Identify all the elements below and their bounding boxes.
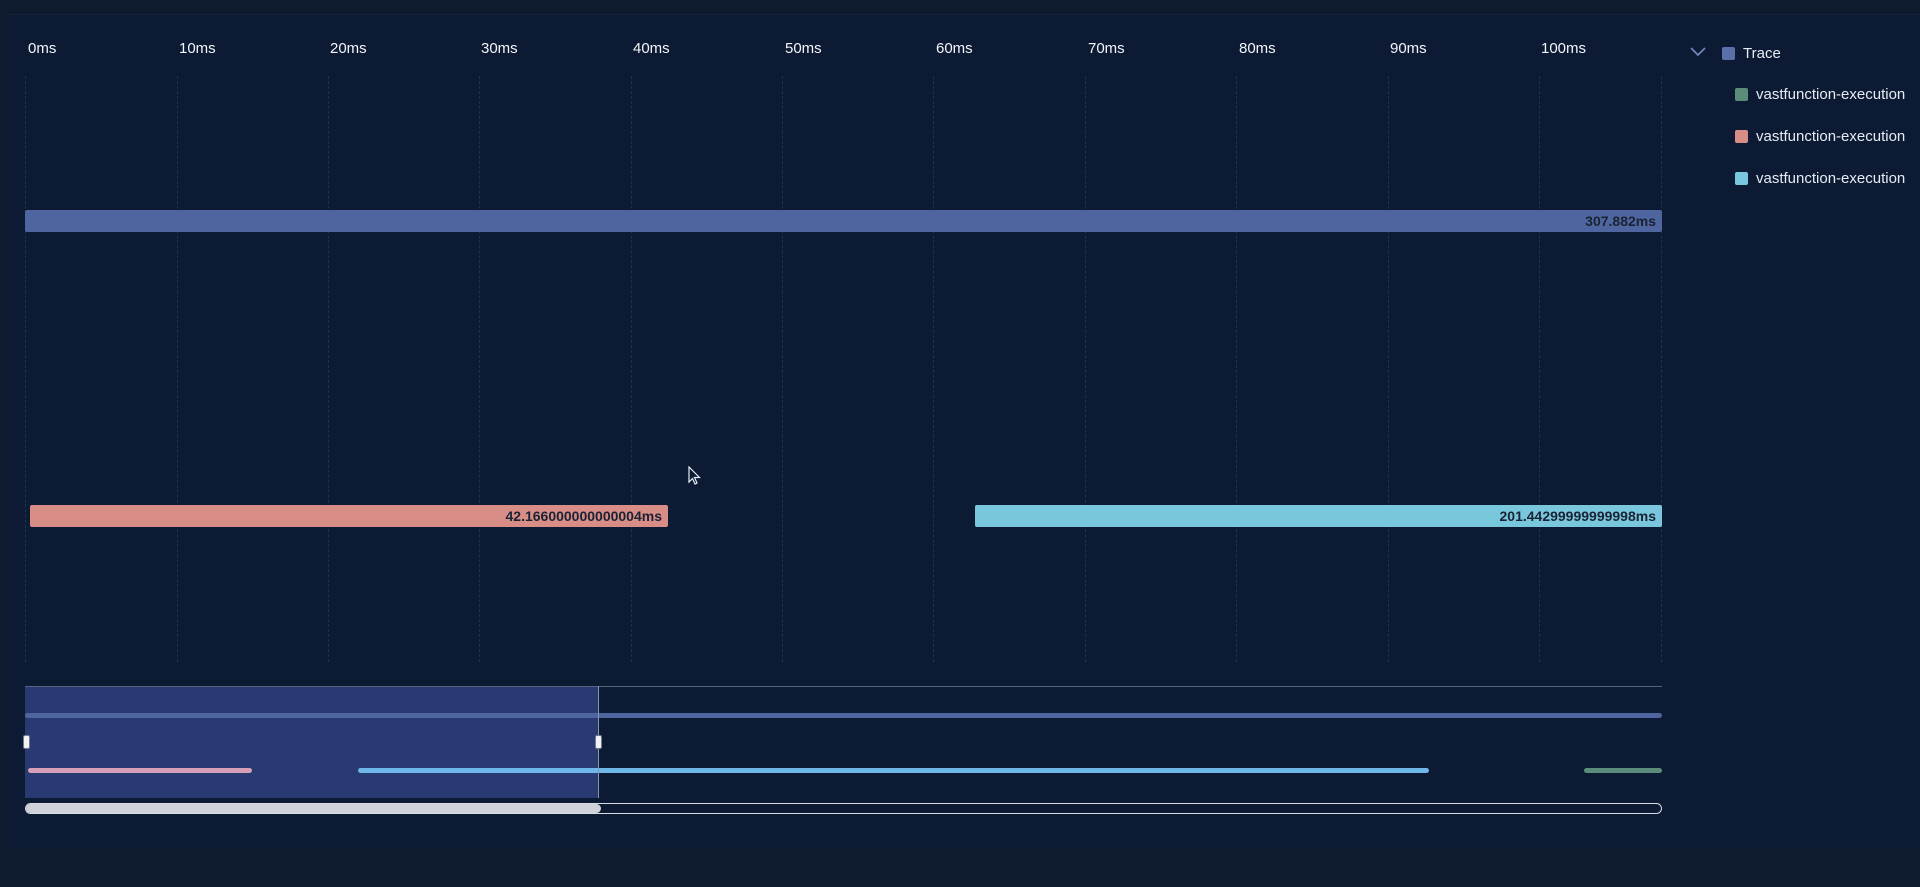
gridline <box>1388 76 1389 662</box>
span-duration-label: 307.882ms <box>1585 213 1656 229</box>
gridline <box>328 76 329 662</box>
chevron-down-icon[interactable] <box>1690 44 1708 62</box>
gridline <box>1236 76 1237 662</box>
minimap-trace-line <box>25 713 1662 718</box>
brush-left-handle[interactable] <box>23 735 30 749</box>
mouse-cursor-icon <box>688 465 702 491</box>
minimap[interactable] <box>23 686 1662 798</box>
axis-tick-label: 40ms <box>633 40 670 57</box>
legend-item[interactable]: vastfunction-execution <box>1735 128 1905 145</box>
brush-right-handle[interactable] <box>595 735 602 749</box>
axis-tick-label: 30ms <box>481 40 518 57</box>
gridline <box>1661 76 1662 662</box>
legend-swatch <box>1735 88 1748 101</box>
legend-swatch <box>1735 172 1748 185</box>
legend-root-row[interactable]: Trace <box>1690 44 1781 62</box>
legend-label: vastfunction-execution <box>1756 128 1906 145</box>
minimap-span-line <box>28 768 252 773</box>
gridline <box>25 76 26 662</box>
minimap-span-line <box>358 768 1429 773</box>
axis-tick-label: 0ms <box>28 40 57 57</box>
legend-item[interactable]: vastfunction-execution <box>1735 86 1905 103</box>
axis-tick-label: 70ms <box>1088 40 1125 57</box>
span-duration-label: 201.44299999999998ms <box>1499 508 1657 524</box>
legend-item[interactable]: vastfunction-execution <box>1735 170 1905 187</box>
gridline <box>782 76 783 662</box>
axis-tick-label: 90ms <box>1390 40 1427 57</box>
gridline <box>631 76 632 662</box>
execution-span-bar[interactable]: 201.44299999999998ms <box>975 505 1662 527</box>
minimap-span-line <box>1584 768 1662 773</box>
span-duration-label: 42.166000000000004ms <box>505 508 663 524</box>
legend-label: vastfunction-execution <box>1756 170 1906 187</box>
legend-swatch <box>1722 46 1735 60</box>
axis-tick-label: 60ms <box>936 40 973 57</box>
minimap-border <box>25 686 1662 687</box>
axis-tick-label: 80ms <box>1239 40 1276 57</box>
axis-tick-label: 10ms <box>179 40 216 57</box>
axis-tick-label: 20ms <box>330 40 367 57</box>
gridline <box>479 76 480 662</box>
gridline <box>1539 76 1540 662</box>
axis-tick-label: 100ms <box>1541 40 1587 57</box>
legend-swatch <box>1735 130 1748 143</box>
gridline <box>933 76 934 662</box>
gridline <box>177 76 178 662</box>
legend-label: Trace <box>1743 44 1781 62</box>
scrollbar-thumb[interactable] <box>26 804 601 813</box>
trace-span-bar[interactable]: 307.882ms <box>25 210 1662 232</box>
legend-label: vastfunction-execution <box>1756 86 1906 103</box>
minimap-selection[interactable] <box>25 686 599 798</box>
axis-tick-label: 50ms <box>785 40 822 57</box>
timeline-scrollbar[interactable] <box>25 803 1662 814</box>
gridline <box>1085 76 1086 662</box>
execution-span-bar[interactable]: 42.166000000000004ms <box>30 505 668 527</box>
